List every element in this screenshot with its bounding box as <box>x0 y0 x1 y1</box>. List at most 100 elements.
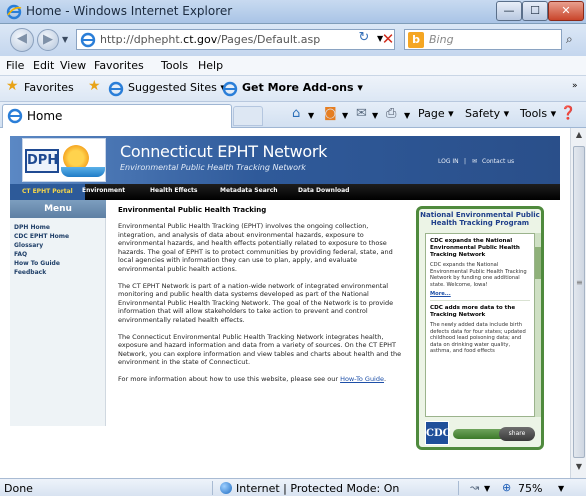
suggested-sites-icon <box>108 81 124 97</box>
header-divider: | <box>464 158 467 165</box>
zoom-icon[interactable]: ⊕ <box>502 481 511 494</box>
favorites-bar: ★ Favorites ★ Suggested Sites ▾ Get More… <box>0 76 586 102</box>
favorites-button[interactable]: Favorites <box>24 81 74 94</box>
page-menu[interactable]: Page ▾ <box>418 107 454 120</box>
recent-pages-dropdown-icon[interactable]: ▼ <box>62 35 68 44</box>
menu-favorites[interactable]: Favorites <box>94 59 144 72</box>
suggested-sites-link[interactable]: Suggested Sites ▾ <box>128 81 226 94</box>
internet-zone-icon <box>220 482 232 494</box>
forward-button[interactable]: ▶ <box>37 29 59 51</box>
status-text: Done <box>4 482 33 495</box>
contact-link[interactable]: Contact us <box>482 158 514 165</box>
protected-mode-icon[interactable]: ↝ <box>470 481 479 494</box>
command-bar: Home ⌂ ▼ ◙ ▼ ✉ ▼ ⎙ ▼ Page ▾ Safety ▾ Too… <box>0 102 586 128</box>
share-button[interactable]: share <box>499 427 535 441</box>
tracking-program-panel: National Environmental Public Health Tra… <box>416 206 544 450</box>
mail-icon[interactable]: ✉ <box>356 106 367 121</box>
site-subtitle: Environmental Public Health Tracking Net… <box>120 163 306 172</box>
nav-data-download[interactable]: Data Download <box>298 187 349 194</box>
menu-help[interactable]: Help <box>198 59 223 72</box>
menu-link-cdc-epht-home[interactable]: CDC EPHT Home <box>14 233 69 240</box>
more-info-period: . <box>384 374 387 383</box>
menu-edit[interactable]: Edit <box>33 59 54 72</box>
maximize-button[interactable]: ☐ <box>522 1 548 21</box>
feeds-icon[interactable]: ◙ <box>324 106 337 121</box>
url-domain: ct.gov <box>183 33 218 46</box>
page-ie-icon <box>80 32 96 48</box>
nav-ct-epht-portal[interactable]: CT EPHT Portal <box>10 184 85 200</box>
page-heading: Environmental Public Health Tracking <box>118 206 267 214</box>
safety-menu[interactable]: Safety ▾ <box>465 107 509 120</box>
tab-home[interactable]: Home <box>2 104 232 128</box>
home-dropdown-icon[interactable]: ▼ <box>308 111 314 120</box>
close-button[interactable]: ✕ <box>548 1 584 21</box>
menu-link-how-to-guide[interactable]: How To Guide <box>14 260 60 267</box>
news-scroller[interactable]: CDC expands the National Environmental P… <box>425 233 535 417</box>
home-icon[interactable]: ⌂ <box>292 106 300 121</box>
menu-link-feedback[interactable]: Feedback <box>14 269 46 276</box>
ie-icon <box>6 4 22 20</box>
news-headline: CDC adds more data to the Tracking Netwo… <box>430 305 516 318</box>
feeds-dropdown-icon[interactable]: ▼ <box>342 111 348 120</box>
menu-link-dph-home[interactable]: DPH Home <box>14 224 50 231</box>
favorites-star-icon[interactable]: ★ <box>6 78 19 94</box>
stop-icon[interactable]: ✕ <box>377 30 399 50</box>
bing-icon: b <box>408 32 424 48</box>
url-suffix: /Pages/Default.asp <box>217 33 321 46</box>
back-button[interactable]: ◀ <box>10 28 34 52</box>
news-scrollbar-thumb[interactable] <box>535 247 541 279</box>
cdc-logo[interactable]: CDC <box>425 421 451 445</box>
nav-health-effects[interactable]: Health Effects <box>150 187 197 194</box>
menu-file[interactable]: File <box>6 59 24 72</box>
login-link[interactable]: LOG IN <box>438 158 459 165</box>
forward-arrow-icon: ▶ <box>43 32 53 47</box>
minimize-button[interactable]: — <box>496 1 522 21</box>
get-more-addons-link[interactable]: Get More Add-ons ▾ <box>242 81 363 94</box>
search-field[interactable]: b Bing <box>404 29 562 50</box>
page-scrollbar[interactable]: ▲ ≡ ▼ <box>570 128 586 478</box>
url-text[interactable]: http://dphepht.ct.gov/Pages/Default.asp <box>100 33 370 46</box>
zoom-dropdown-icon[interactable]: ▼ <box>558 484 564 493</box>
overflow-chevron-icon[interactable]: » <box>572 81 578 91</box>
menu-header: Menu <box>10 200 106 218</box>
scroll-down-icon[interactable]: ▼ <box>573 462 585 476</box>
compatibility-icon[interactable]: ↻ <box>353 30 375 50</box>
dph-logo-text: DPH <box>25 149 59 173</box>
menu-tools[interactable]: Tools <box>161 59 188 72</box>
scroll-up-icon[interactable]: ▲ <box>573 130 585 144</box>
nav-environment[interactable]: Environment <box>82 187 125 194</box>
menu-view[interactable]: View <box>60 59 86 72</box>
news-divider <box>430 300 530 301</box>
address-field[interactable]: http://dphepht.ct.gov/Pages/Default.asp … <box>76 29 395 50</box>
help-icon[interactable]: ❓ <box>560 106 576 121</box>
print-icon[interactable]: ⎙ <box>386 106 396 121</box>
search-icon[interactable]: ⌕ <box>566 32 573 47</box>
menu-link-faq[interactable]: FAQ <box>14 251 27 258</box>
address-toolbar: ◀ ▶ ▼ http://dphepht.ct.gov/Pages/Defaul… <box>0 24 586 56</box>
new-tab-button[interactable] <box>233 106 263 126</box>
print-dropdown-icon[interactable]: ▼ <box>404 111 410 120</box>
news-more-link[interactable]: More... <box>430 291 530 297</box>
more-info-text: For more information about how to use th… <box>118 374 341 383</box>
zoom-level[interactable]: 75% <box>518 482 542 495</box>
news-body: The newly added data include birth defec… <box>430 322 526 354</box>
nav-metadata-search[interactable]: Metadata Search <box>220 187 278 194</box>
tools-menu[interactable]: Tools ▾ <box>520 107 556 120</box>
back-arrow-icon: ◀ <box>17 31 27 46</box>
search-placeholder: Bing <box>429 33 454 46</box>
protected-dropdown-icon[interactable]: ▼ <box>484 484 490 493</box>
dph-logo[interactable]: DPH <box>22 138 106 182</box>
page-scrollbar-thumb[interactable] <box>573 146 585 458</box>
page-viewport[interactable]: DPH Connecticut EPHT Network Environment… <box>0 128 570 478</box>
more-info-paragraph: For more information about how to use th… <box>118 375 402 384</box>
mail-dropdown-icon[interactable]: ▼ <box>372 111 378 120</box>
menu-link-glossary[interactable]: Glossary <box>14 242 43 249</box>
title-bar[interactable]: Home - Windows Internet Explorer — ☐ ✕ <box>0 0 586 24</box>
how-to-guide-link[interactable]: How-To Guide <box>340 375 384 383</box>
network-paragraph: The CT EPHT Network is part of a nation-… <box>118 281 394 324</box>
add-favorite-icon[interactable]: ★ <box>88 78 101 94</box>
news-scrollbar[interactable] <box>535 233 541 417</box>
addons-icon <box>222 81 238 97</box>
status-bar: Done Internet | Protected Mode: On ↝ ▼ ⊕… <box>0 478 586 496</box>
security-zone[interactable]: Internet | Protected Mode: On <box>236 482 399 495</box>
